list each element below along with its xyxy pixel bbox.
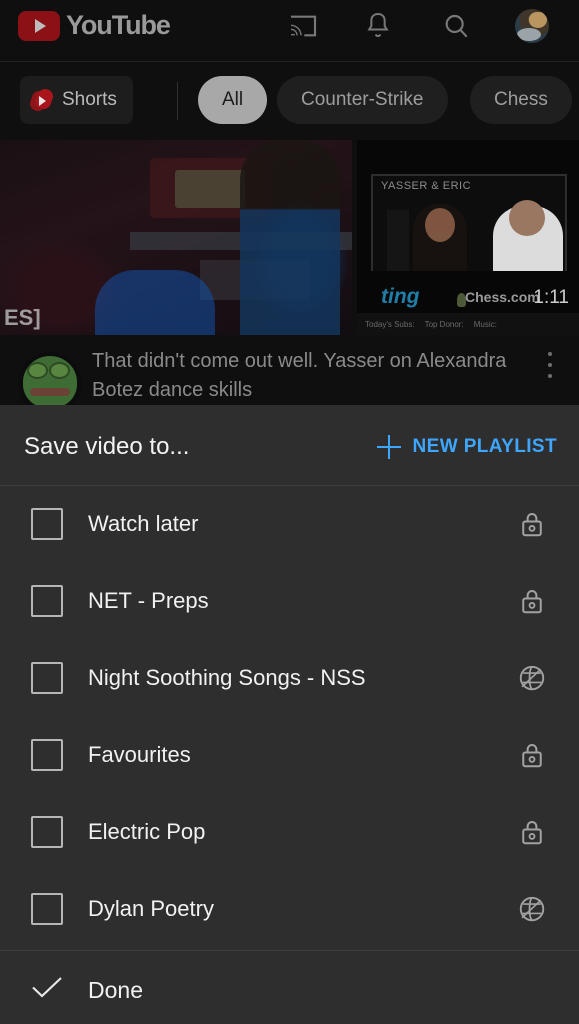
playlist-row-net-preps[interactable]: NET - Preps xyxy=(0,563,579,640)
playlist-checkbox[interactable] xyxy=(31,816,63,848)
save-to-playlist-dialog: Save video to... NEW PLAYLIST Watch late… xyxy=(0,405,579,1024)
playlist-checkbox[interactable] xyxy=(31,508,63,540)
chips-divider xyxy=(177,82,178,120)
done-button[interactable]: Done xyxy=(0,951,579,1024)
thumbnail-overlay-label: YASSER & ERIC xyxy=(381,180,472,192)
playlist-list: Watch later NET - Preps Night Soothing S… xyxy=(0,486,579,950)
youtube-logo[interactable]: YouTube xyxy=(18,10,171,41)
plus-icon xyxy=(376,435,401,459)
lock-icon xyxy=(522,821,542,845)
youtube-save-to-playlist-screen: YouTube Shorts All Counter-Strike Chess … xyxy=(0,0,579,1024)
playlist-row-electric-pop[interactable]: Electric Pop xyxy=(0,794,579,871)
playlist-checkbox[interactable] xyxy=(31,662,63,694)
playlist-name: NET - Preps xyxy=(88,588,209,613)
lock-icon xyxy=(522,590,542,614)
cast-icon[interactable] xyxy=(287,10,319,42)
check-icon xyxy=(32,977,62,998)
done-label: Done xyxy=(88,977,143,1003)
new-playlist-button[interactable]: NEW PLAYLIST xyxy=(376,435,558,459)
video-thumbnail-right[interactable]: YASSER & ERIC ting Chess.com 1:11 Today'… xyxy=(357,140,579,335)
globe-icon xyxy=(519,665,545,691)
playlist-checkbox[interactable] xyxy=(31,585,63,617)
strip-item-music: Music: xyxy=(473,319,497,329)
app-header: YouTube xyxy=(0,0,579,62)
playlist-name: Night Soothing Songs - NSS xyxy=(88,665,366,690)
lock-icon xyxy=(522,513,542,537)
video-title: That didn't come out well. Yasser on Ale… xyxy=(92,350,507,401)
brand-logo: Chess.com xyxy=(465,289,540,305)
video-duration: 1:11 xyxy=(533,287,569,308)
playlist-name: Electric Pop xyxy=(88,819,206,844)
chip-counter-strike[interactable]: Counter-Strike xyxy=(277,76,448,124)
video-thumbnail-left[interactable]: ES] xyxy=(0,140,352,335)
dialog-header: Save video to... NEW PLAYLIST xyxy=(0,405,579,485)
background-app: YouTube Shorts All Counter-Strike Chess … xyxy=(0,0,579,405)
lock-icon xyxy=(522,744,542,768)
shorts-button[interactable]: Shorts xyxy=(20,76,133,124)
playlist-row-dylan-poetry[interactable]: Dylan Poetry xyxy=(0,871,579,948)
search-icon[interactable] xyxy=(440,10,472,42)
globe-icon xyxy=(519,896,545,922)
stream-info-strip: Today's Subs: Top Donor: Music: xyxy=(357,313,579,335)
filter-chips-bar: Shorts All Counter-Strike Chess xyxy=(0,62,579,140)
bell-icon[interactable] xyxy=(362,10,394,42)
playlist-row-watch-later[interactable]: Watch later xyxy=(0,486,579,563)
playlist-row-favourites[interactable]: Favourites xyxy=(0,717,579,794)
thumbnail-watermark: ES] xyxy=(4,305,41,330)
shorts-icon xyxy=(28,87,55,113)
avatar[interactable] xyxy=(515,9,549,43)
shorts-label: Shorts xyxy=(62,89,117,110)
playlist-name: Dylan Poetry xyxy=(88,896,214,921)
playlist-name: Favourites xyxy=(88,742,191,767)
chip-chess[interactable]: Chess xyxy=(470,76,572,124)
youtube-play-icon xyxy=(18,10,60,41)
sponsor-logo: ting xyxy=(381,285,420,308)
chip-all[interactable]: All xyxy=(198,76,268,124)
playlist-name: Watch later xyxy=(88,511,199,536)
feed-thumbnails: ES] YASSER & ERIC ting Chess.com 1:11 To… xyxy=(0,140,579,335)
playlist-checkbox[interactable] xyxy=(31,739,63,771)
dialog-title: Save video to... xyxy=(24,433,190,460)
brand-name: YouTube xyxy=(66,10,171,40)
new-playlist-label: NEW PLAYLIST xyxy=(412,436,557,457)
more-vertical-icon[interactable] xyxy=(548,352,553,380)
playlist-row-night-soothing-songs-nss[interactable]: Night Soothing Songs - NSS xyxy=(0,640,579,717)
strip-item-subs: Today's Subs: xyxy=(365,319,415,329)
playlist-checkbox[interactable] xyxy=(31,893,63,925)
strip-item-donor: Top Donor: xyxy=(424,319,464,329)
